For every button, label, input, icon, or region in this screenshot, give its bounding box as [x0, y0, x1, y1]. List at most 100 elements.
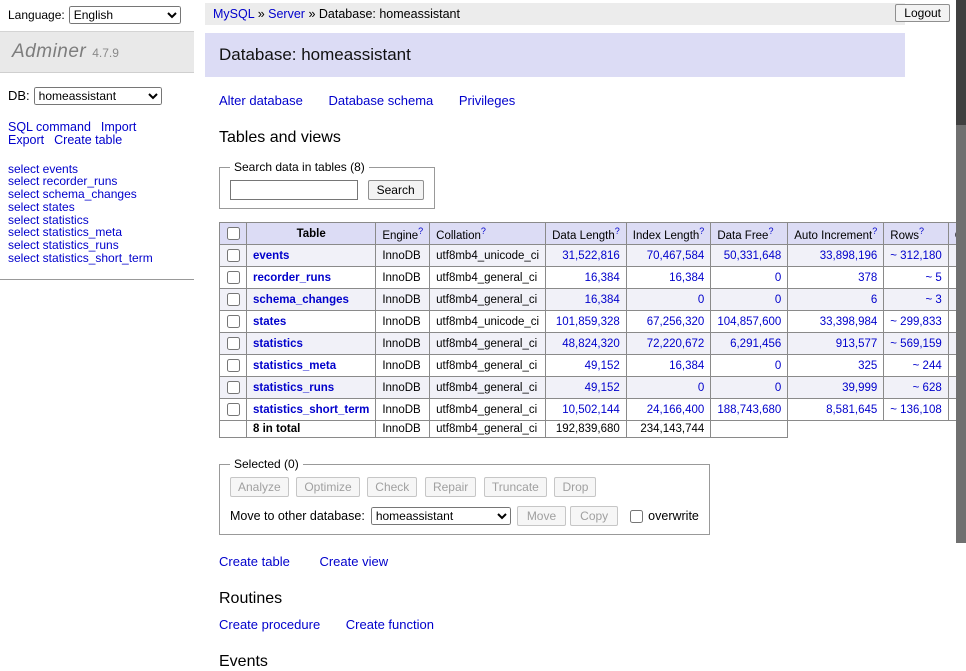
help-superscript[interactable]: ?: [615, 226, 620, 236]
scrollbar[interactable]: [956, 0, 966, 543]
row-checkbox[interactable]: [227, 337, 240, 350]
create-procedure-link[interactable]: Create procedure: [219, 617, 320, 632]
search-input[interactable]: [230, 180, 358, 200]
breadcrumb-link-mysql[interactable]: MySQL: [213, 7, 254, 21]
data-length-link[interactable]: 48,824,320: [562, 338, 620, 350]
data-free-link[interactable]: 188,743,680: [717, 404, 781, 416]
sidebar-table-link-states[interactable]: select states: [8, 201, 186, 214]
table-name-link[interactable]: statistics_runs: [253, 382, 334, 394]
analyze-button[interactable]: Analyze: [230, 477, 289, 497]
row-checkbox[interactable]: [227, 381, 240, 394]
privileges-link[interactable]: Privileges: [459, 93, 515, 108]
select-all-checkbox[interactable]: [227, 227, 240, 240]
rows-count-link[interactable]: ~ 569,159: [890, 338, 941, 350]
row-checkbox[interactable]: [227, 359, 240, 372]
help-superscript[interactable]: ?: [919, 226, 924, 236]
index-length-link[interactable]: 70,467,584: [647, 250, 705, 262]
database-schema-link[interactable]: Database schema: [328, 93, 433, 108]
check-button[interactable]: Check: [367, 477, 417, 497]
sidebar-link-import[interactable]: Import: [101, 120, 136, 134]
help-superscript[interactable]: ?: [699, 226, 704, 236]
data-length-link[interactable]: 10,502,144: [562, 404, 620, 416]
rows-count-link[interactable]: ~ 3: [925, 294, 941, 306]
alter-database-link[interactable]: Alter database: [219, 93, 303, 108]
sidebar-link-export[interactable]: Export: [8, 133, 44, 147]
index-length-link[interactable]: 16,384: [669, 272, 704, 284]
drop-button[interactable]: Drop: [554, 477, 596, 497]
auto-increment-link[interactable]: 6: [871, 294, 877, 306]
create-view-link[interactable]: Create view: [319, 554, 388, 569]
table-name-link[interactable]: events: [253, 250, 289, 262]
table-name-link[interactable]: statistics_short_term: [253, 404, 369, 416]
scrollbar-thumb[interactable]: [956, 0, 966, 125]
search-button[interactable]: Search: [368, 180, 424, 200]
rows-count-link[interactable]: ~ 244: [913, 360, 942, 372]
col-header-collation[interactable]: Collation?: [430, 223, 546, 245]
data-length-link[interactable]: 49,152: [585, 360, 620, 372]
auto-increment-link[interactable]: 33,898,196: [820, 250, 878, 262]
data-free-link[interactable]: 6,291,456: [730, 338, 781, 350]
col-header-index-length[interactable]: Index Length?: [626, 223, 711, 245]
help-superscript[interactable]: ?: [418, 226, 423, 236]
rows-count-link[interactable]: ~ 312,180: [890, 250, 941, 262]
rows-count-link[interactable]: ~ 299,833: [890, 316, 941, 328]
app-title-link[interactable]: Adminer: [12, 41, 86, 62]
data-free-link[interactable]: 0: [775, 272, 781, 284]
table-name-link[interactable]: recorder_runs: [253, 272, 331, 284]
table-name-link[interactable]: states: [253, 316, 286, 328]
breadcrumb-link-server[interactable]: Server: [268, 7, 305, 21]
row-checkbox[interactable]: [227, 403, 240, 416]
col-header-auto-increment[interactable]: Auto Increment?: [788, 223, 884, 245]
db-select[interactable]: homeassistant: [34, 87, 162, 105]
index-length-link[interactable]: 24,166,400: [647, 404, 705, 416]
sidebar-table-link-statistics-short-term[interactable]: select statistics_short_term: [8, 252, 186, 265]
auto-increment-link[interactable]: 378: [858, 272, 877, 284]
optimize-button[interactable]: Optimize: [296, 477, 359, 497]
index-length-link[interactable]: 0: [698, 382, 704, 394]
help-superscript[interactable]: ?: [768, 226, 773, 236]
overwrite-label[interactable]: overwrite: [648, 509, 699, 523]
index-length-link[interactable]: 16,384: [669, 360, 704, 372]
data-free-link[interactable]: 104,857,600: [717, 316, 781, 328]
rows-count-link[interactable]: ~ 5: [925, 272, 941, 284]
table-name-link[interactable]: statistics_meta: [253, 360, 336, 372]
copy-button[interactable]: Copy: [570, 506, 618, 526]
sidebar-link-sql-command[interactable]: SQL command: [8, 120, 91, 134]
rows-count-link[interactable]: ~ 628: [913, 382, 942, 394]
data-free-link[interactable]: 0: [775, 294, 781, 306]
col-header-table[interactable]: Table: [247, 223, 376, 245]
auto-increment-link[interactable]: 33,398,984: [820, 316, 878, 328]
rows-count-link[interactable]: ~ 136,108: [890, 404, 941, 416]
col-header-engine[interactable]: Engine?: [376, 223, 430, 245]
auto-increment-link[interactable]: 325: [858, 360, 877, 372]
data-free-link[interactable]: 50,331,648: [724, 250, 782, 262]
create-table-link[interactable]: Create table: [219, 554, 290, 569]
data-free-link[interactable]: 0: [775, 360, 781, 372]
col-header-data-free[interactable]: Data Free?: [711, 223, 788, 245]
move-button[interactable]: Move: [517, 506, 566, 526]
data-length-link[interactable]: 16,384: [585, 272, 620, 284]
row-checkbox[interactable]: [227, 249, 240, 262]
data-length-link[interactable]: 16,384: [585, 294, 620, 306]
index-length-link[interactable]: 67,256,320: [647, 316, 705, 328]
data-length-link[interactable]: 31,522,816: [562, 250, 620, 262]
row-checkbox[interactable]: [227, 293, 240, 306]
move-db-select[interactable]: homeassistant: [371, 507, 511, 525]
language-select[interactable]: English: [69, 6, 181, 24]
sidebar-link-create-table[interactable]: Create table: [54, 133, 122, 147]
col-header-data-length[interactable]: Data Length?: [546, 223, 627, 245]
create-function-link[interactable]: Create function: [346, 617, 434, 632]
auto-increment-link[interactable]: 8,581,645: [826, 404, 877, 416]
sidebar-table-link-schema-changes[interactable]: select schema_changes: [8, 188, 186, 201]
table-name-link[interactable]: schema_changes: [253, 294, 349, 306]
index-length-link[interactable]: 72,220,672: [647, 338, 705, 350]
table-name-link[interactable]: statistics: [253, 338, 303, 350]
help-superscript[interactable]: ?: [872, 226, 877, 236]
overwrite-checkbox[interactable]: [630, 510, 643, 523]
auto-increment-link[interactable]: 913,577: [836, 338, 878, 350]
row-checkbox[interactable]: [227, 315, 240, 328]
repair-button[interactable]: Repair: [425, 477, 476, 497]
row-checkbox[interactable]: [227, 271, 240, 284]
data-free-link[interactable]: 0: [775, 382, 781, 394]
app-version-link[interactable]: 4.7.9: [92, 46, 119, 60]
